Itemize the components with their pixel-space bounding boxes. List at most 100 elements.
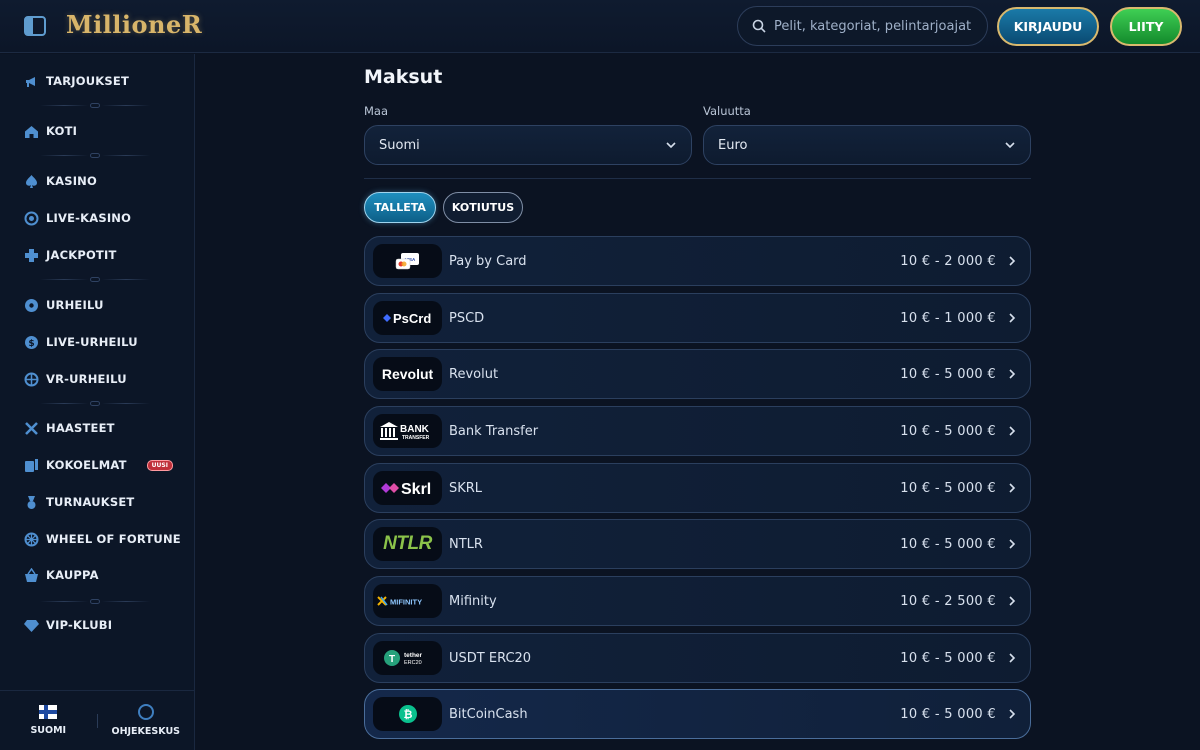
- payment-method-row[interactable]: Ttether ERC20 USDT ERC20 10 € - 5 000 €: [364, 633, 1031, 683]
- chevron-down-icon: [666, 142, 676, 149]
- payment-method-row[interactable]: BANK TRANSFER Bank Transfer 10 € - 5 000 …: [364, 406, 1031, 456]
- card-logo: VISA: [373, 244, 442, 278]
- svg-text:$: $: [28, 339, 34, 349]
- sidebar-item-turnaukset[interactable]: TURNAUKSET: [0, 487, 194, 517]
- top-header: MillioneR KIRJAUDU LIITY: [0, 0, 1200, 53]
- help-icon: [137, 704, 154, 720]
- jackpot-icon: [24, 248, 39, 263]
- svg-text:TRANSFER: TRANSFER: [402, 435, 430, 441]
- sidebar-item-label: HAASTEET: [46, 421, 115, 435]
- country-select[interactable]: Suomi: [364, 125, 692, 165]
- help-center-link[interactable]: OHJEKESKUS: [98, 691, 195, 750]
- payment-method-row[interactable]: MIFINITY Mifinity 10 € - 2 500 €: [364, 576, 1031, 626]
- chevron-right-icon: [1009, 426, 1016, 436]
- chevron-right-icon: [1009, 539, 1016, 549]
- country-value: Suomi: [379, 137, 420, 153]
- sidebar-item-kokoelmat[interactable]: KOKOELMAT UUSI: [0, 450, 194, 480]
- sidebar-separator: [40, 400, 150, 406]
- revolut-logo: Revolut: [373, 357, 442, 391]
- method-name: Mifinity: [449, 593, 497, 609]
- join-button[interactable]: LIITY: [1110, 7, 1182, 46]
- currency-label: Valuutta: [703, 104, 751, 118]
- payment-method-row[interactable]: Revolut Revolut 10 € - 5 000 €: [364, 349, 1031, 399]
- svg-text:BANK: BANK: [400, 424, 430, 435]
- sidebar-separator: [40, 276, 150, 282]
- method-name: Bank Transfer: [449, 423, 539, 439]
- svg-text:₿: ₿: [403, 709, 412, 721]
- sidebar-item-label: TURNAUKSET: [46, 495, 135, 509]
- medal-icon: [24, 495, 39, 510]
- method-range: 10 € - 5 000 €: [900, 706, 996, 722]
- method-range: 10 € - 5 000 €: [900, 423, 996, 439]
- site-logo[interactable]: MillioneR: [66, 10, 202, 39]
- method-name: USDT ERC20: [449, 650, 532, 666]
- method-name: BitCoinCash: [449, 706, 528, 722]
- language-label: SUOMI: [30, 725, 67, 736]
- method-range: 10 € - 5 000 €: [900, 480, 996, 496]
- sidebar-item-label: KOKOELMAT: [46, 458, 127, 472]
- sidebar-item-kauppa[interactable]: KAUPPA: [0, 560, 194, 590]
- payment-method-row[interactable]: PsCrd PSCD 10 € - 1 000 €: [364, 293, 1031, 343]
- sidebar-item-label: KASINO: [46, 174, 97, 188]
- section-divider: [364, 178, 1031, 179]
- swords-icon: [24, 421, 39, 436]
- sidebar-item-live-urheilu[interactable]: $ LIVE-URHEILU: [0, 327, 194, 357]
- currency-select[interactable]: Euro: [703, 125, 1031, 165]
- country-label: Maa: [364, 104, 389, 118]
- sidebar-item-vr-urheilu[interactable]: VR-URHEILU: [0, 364, 194, 394]
- sidebar-separator: [40, 102, 150, 108]
- payment-method-row[interactable]: Skrl SKRL 10 € - 5 000 €: [364, 463, 1031, 513]
- svg-text:tether: tether: [404, 652, 423, 659]
- football-icon: [24, 298, 39, 313]
- mifinity-logo: MIFINITY: [373, 584, 442, 618]
- chevron-right-icon: [1009, 596, 1016, 606]
- sidebar-separator: [40, 152, 150, 158]
- sidebar-item-wheel-of-fortune[interactable]: WHEEL OF FORTUNE: [0, 524, 194, 554]
- payment-method-row[interactable]: NTLR NTLR 10 € - 5 000 €: [364, 519, 1031, 569]
- chevron-right-icon: [1009, 709, 1016, 719]
- payment-method-row[interactable]: ₿ BitCoinCash 10 € - 5 000 €: [364, 689, 1031, 739]
- sidebar-item-koti[interactable]: KOTI: [0, 116, 194, 146]
- vr-sport-icon: [24, 372, 39, 387]
- skrl-logo: Skrl: [373, 471, 442, 505]
- method-name: PSCD: [449, 310, 485, 326]
- chevron-right-icon: [1009, 369, 1016, 379]
- svg-text:ERC20: ERC20: [404, 660, 422, 666]
- chevron-down-icon: [1005, 142, 1015, 149]
- bitcoin-cash-logo: ₿: [373, 697, 442, 731]
- sidebar-item-haasteet[interactable]: HAASTEET: [0, 413, 194, 443]
- tab-withdraw[interactable]: KOTIUTUS: [443, 192, 523, 223]
- sidebar-item-label: LIVE-KASINO: [46, 211, 132, 225]
- payment-method-row[interactable]: VISA Pay by Card 10 € - 2 000 €: [364, 236, 1031, 286]
- sidebar-item-urheilu[interactable]: URHEILU: [0, 290, 194, 320]
- sidebar-item-label: KOTI: [46, 124, 78, 138]
- sidebar-item-jackpotit[interactable]: JACKPOTIT: [0, 240, 194, 270]
- login-button[interactable]: KIRJAUDU: [997, 7, 1099, 46]
- megaphone-icon: [24, 74, 39, 89]
- sidebar-item-live-kasino[interactable]: LIVE-KASINO: [0, 203, 194, 233]
- sidebar-item-tarjoukset[interactable]: TARJOUKSET: [0, 66, 194, 96]
- svg-text:MIFINITY: MIFINITY: [390, 598, 422, 607]
- tab-deposit[interactable]: TALLETA: [364, 192, 436, 223]
- method-name: NTLR: [449, 536, 483, 552]
- sidebar-item-label: VR-URHEILU: [46, 372, 127, 386]
- sidebar-footer: SUOMI OHJEKESKUS: [0, 690, 194, 750]
- sidebar-item-kasino[interactable]: KASINO: [0, 166, 194, 196]
- method-name: Pay by Card: [449, 253, 527, 269]
- language-selector[interactable]: SUOMI: [0, 691, 97, 750]
- pscrd-logo: PsCrd: [373, 301, 442, 335]
- method-range: 10 € - 5 000 €: [900, 366, 996, 382]
- search-box[interactable]: [737, 6, 988, 46]
- sidebar-item-vip-klubi[interactable]: VIP-KLUBI: [0, 610, 194, 640]
- sidebar-item-label: KAUPPA: [46, 568, 99, 582]
- sidebar-item-label: JACKPOTIT: [46, 248, 117, 262]
- search-input[interactable]: [774, 18, 984, 34]
- finland-flag-icon: [39, 705, 58, 719]
- home-icon: [24, 124, 39, 139]
- tether-logo: Ttether ERC20: [373, 641, 442, 675]
- svg-text:PsCrd: PsCrd: [393, 311, 431, 326]
- bank-transfer-logo: BANK TRANSFER: [373, 414, 442, 448]
- sidebar: TARJOUKSET KOTI KASINO LIVE-KASINO JACKP…: [0, 54, 195, 750]
- new-badge: UUSI: [146, 459, 173, 471]
- sidebar-toggle-icon[interactable]: [24, 16, 46, 36]
